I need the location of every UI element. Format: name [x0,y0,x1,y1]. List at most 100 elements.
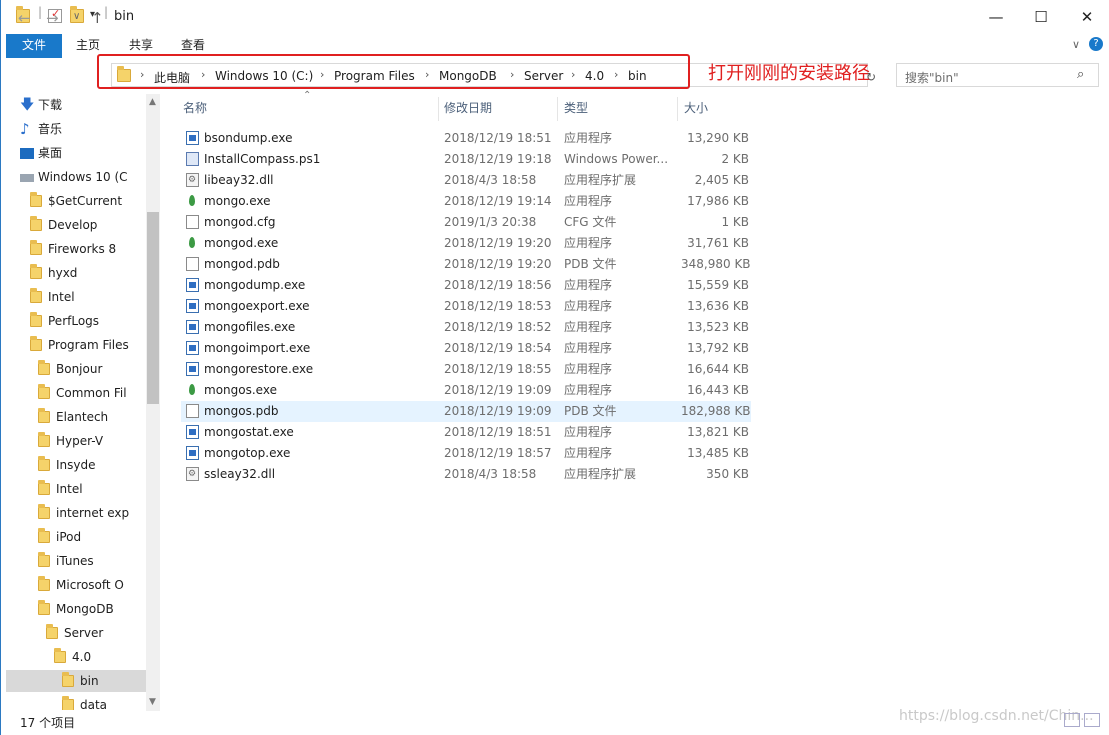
file-row[interactable]: mongod.pdb 2018/12/19 19:20 PDB 文件 348,980 … [181,254,751,275]
status-item-count: 17 个项目 [20,716,76,730]
sidebar-item[interactable]: MongoDB [6,598,146,620]
file-type: 应用程序扩展 [564,467,637,481]
close-button[interactable]: ✕ [1064,4,1109,30]
sidebar-item[interactable]: Develop [6,214,146,236]
sidebar-item[interactable]: Intel [6,286,146,308]
file-name: InstallCompass.ps1 [204,152,321,166]
file-row[interactable]: bsondump.exe 2018/12/19 18:51 应用程序 13,290 K… [181,128,751,149]
sidebar-item[interactable]: bin [6,670,146,692]
sidebar-scroll-thumb[interactable] [147,212,159,404]
sidebar-item-label: Insyde [56,458,96,472]
sidebar-item[interactable]: Microsoft O [6,574,146,596]
file-modified-date: 2018/12/19 19:09 [444,383,552,397]
tab-home[interactable]: 主页 [76,34,100,58]
scroll-up-icon[interactable]: ▲ [149,97,156,107]
file-type: 应用程序扩展 [564,173,637,187]
file-row[interactable]: mongoexport.exe 2018/12/19 18:53 应用程序 13,63… [181,296,751,317]
help-icon[interactable]: ? [1089,37,1103,51]
file-modified-date: 2018/12/19 19:14 [444,194,552,208]
recent-locations-icon[interactable]: ∨ [73,11,80,22]
column-header-size[interactable]: 大小 [684,97,708,123]
file-row[interactable]: mongos.exe 2018/12/19 19:09 应用程序 16,443 KB [181,380,751,401]
file-size: 350 KB [706,467,749,481]
file-row[interactable]: mongo.exe 2018/12/19 19:14 应用程序 17,986 KB [181,191,751,212]
column-divider[interactable] [677,97,678,121]
search-input[interactable]: 搜索"bin" [905,69,959,86]
sidebar-item-label: Bonjour [56,362,103,376]
file-row[interactable]: mongorestore.exe 2018/12/19 18:55 应用程序 16,6… [181,359,751,380]
sidebar-item[interactable]: Common Fil [6,382,146,404]
file-row[interactable]: mongoimport.exe 2018/12/19 18:54 应用程序 13,79… [181,338,751,359]
file-type: 应用程序 [564,236,613,250]
folder-icon [30,264,42,279]
sidebar-item[interactable]: data [6,694,146,710]
file-modified-date: 2018/12/19 18:54 [444,341,552,355]
column-header-date[interactable]: 修改日期 [444,97,492,123]
sidebar-item[interactable]: Hyper-V [6,430,146,452]
desktop-icon [20,148,34,159]
file-modified-date: 2018/12/19 19:20 [444,236,552,250]
file-row[interactable]: mongostat.exe 2018/12/19 18:51 应用程序 13,821 … [181,422,751,443]
file-name: ssleay32.dll [204,467,276,481]
file-row[interactable]: mongofiles.exe 2018/12/19 18:52 应用程序 13,523… [181,317,751,338]
sidebar-item[interactable]: Insyde [6,454,146,476]
column-divider[interactable] [557,97,558,121]
up-arrow-icon[interactable]: ↑ [91,9,104,27]
sidebar-item[interactable]: internet exp [6,502,146,524]
forward-arrow-icon[interactable]: → [46,9,59,27]
column-divider[interactable] [438,97,439,121]
folder-icon [38,360,50,375]
file-modified-date: 2018/12/19 19:18 [444,152,552,166]
sidebar-item[interactable]: iPod [6,526,146,548]
file-row[interactable]: mongodump.exe 2018/12/19 18:56 应用程序 15,559 … [181,275,751,296]
file-size: 31,761 KB [687,236,749,250]
column-header-name[interactable]: 名称 [183,97,207,123]
file-row[interactable]: InstallCompass.ps1 2018/12/19 19:18 Window… [181,149,751,170]
back-arrow-icon[interactable]: ← [18,9,31,27]
dll-gear-icon [186,464,199,485]
minimize-button[interactable]: — [973,4,1019,30]
file-modified-date: 2018/12/19 18:57 [444,446,552,460]
large-icons-view-icon[interactable] [1084,713,1100,727]
sidebar-item-label: internet exp [56,506,130,520]
file-modified-date: 2018/12/19 19:09 [444,404,552,418]
sidebar-item[interactable]: ♪ 音乐 [6,118,146,140]
sidebar-item[interactable]: 🡇 下载 [6,94,146,116]
file-modified-date: 2018/12/19 18:52 [444,320,552,334]
sidebar-item[interactable]: 桌面 [6,142,146,164]
maximize-button[interactable]: ☐ [1018,4,1064,30]
file-row[interactable]: mongotop.exe 2018/12/19 18:57 应用程序 13,485 K… [181,443,751,464]
sidebar-item[interactable]: iTunes [6,550,146,572]
tab-file[interactable]: 文件 [6,34,62,58]
application-icon [186,341,199,355]
sidebar-item[interactable]: hyxd [6,262,146,284]
search-icon[interactable]: ⌕ [1077,67,1084,82]
column-header-type[interactable]: 类型 [564,97,588,123]
document-icon [186,215,199,229]
file-size: 13,523 KB [687,320,749,334]
file-row[interactable]: mongod.cfg 2019/1/3 20:38 CFG 文件 1 KB [181,212,751,233]
file-row[interactable]: mongos.pdb 2018/12/19 19:09 PDB 文件 182,988 … [181,401,751,422]
details-view-icon[interactable] [1064,713,1080,727]
file-size: 13,792 KB [687,341,749,355]
sidebar-item[interactable]: Windows 10 (C [6,166,146,188]
sidebar-item[interactable]: $GetCurrent [6,190,146,212]
annotation-box [97,54,690,89]
sidebar-item[interactable]: Intel [6,478,146,500]
sidebar-item[interactable]: PerfLogs [6,310,146,332]
application-icon [186,362,199,376]
sidebar-item[interactable]: Bonjour [6,358,146,380]
sidebar-item[interactable]: Program Files [6,334,146,356]
file-row[interactable]: ssleay32.dll 2018/4/3 18:58 应用程序扩展 350 KB [181,464,751,485]
file-row[interactable]: libeay32.dll 2018/4/3 18:58 应用程序扩展 2,405 KB [181,170,751,191]
scroll-down-icon[interactable]: ▼ [149,697,156,707]
sidebar-item[interactable]: Server [6,622,146,644]
sidebar-item[interactable]: Fireworks 8 [6,238,146,260]
music-note-icon: ♪ [20,120,30,138]
download-arrow-icon: 🡇 [20,97,35,113]
sidebar-item[interactable]: Elantech [6,406,146,428]
ribbon-expand-icon[interactable]: ∨ [1072,38,1080,51]
search-box[interactable]: 搜索"bin" ⌕ [896,63,1099,87]
file-row[interactable]: mongod.exe 2018/12/19 19:20 应用程序 31,761 KB [181,233,751,254]
sidebar-item[interactable]: 4.0 [6,646,146,668]
